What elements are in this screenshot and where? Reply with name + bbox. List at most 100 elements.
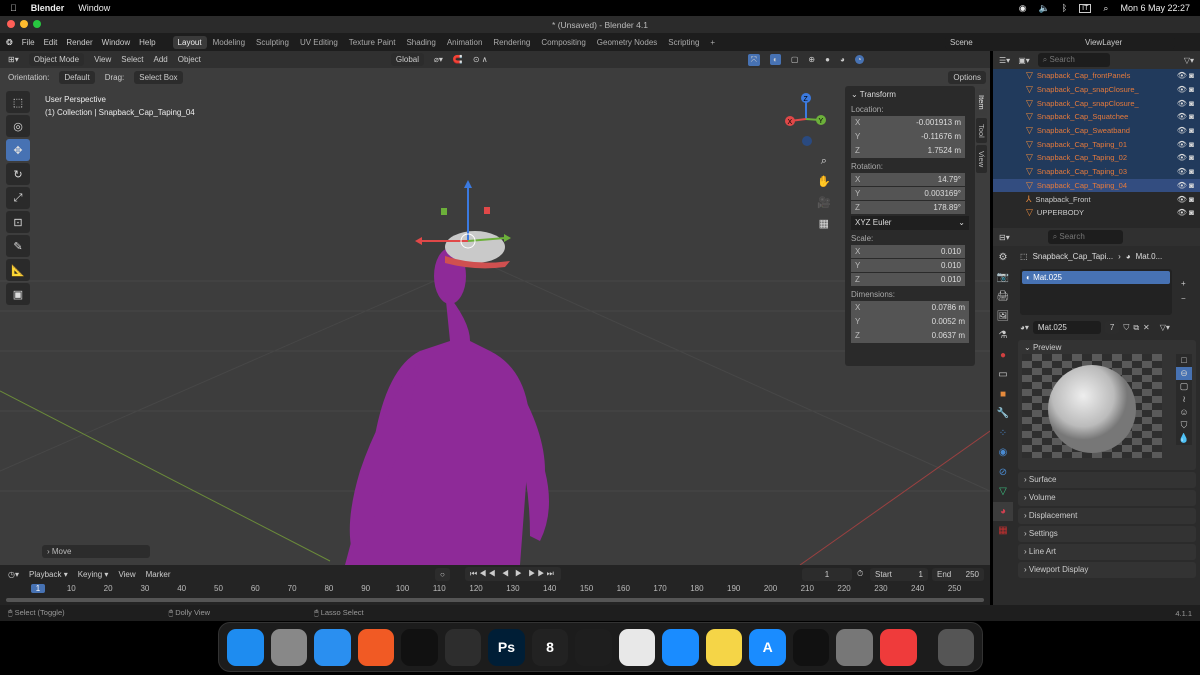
clock[interactable]: Mon 6 May 22:27 bbox=[1120, 3, 1190, 13]
modifier-tab-icon[interactable]: 🔧 bbox=[993, 404, 1013, 424]
navigation-gizmo[interactable]: Z X Y bbox=[780, 89, 830, 149]
anydesk-icon[interactable] bbox=[879, 628, 917, 666]
pivot-icon[interactable]: ⌀▾ bbox=[434, 55, 443, 64]
select-box-tool-icon[interactable]: ⬚ bbox=[6, 91, 30, 113]
viewport-display-panel[interactable]: › Viewport Display bbox=[1018, 562, 1196, 578]
system-settings-icon[interactable] bbox=[836, 628, 873, 666]
menu-select[interactable]: Select bbox=[121, 55, 143, 64]
current-frame-marker[interactable]: 1 bbox=[31, 584, 45, 593]
menu-object[interactable]: Object bbox=[178, 55, 201, 64]
location-y-field[interactable]: Y -0.11676 m bbox=[851, 130, 965, 144]
tab-layout[interactable]: Layout bbox=[172, 35, 207, 49]
editor-type-icon[interactable]: ⊟▾ bbox=[999, 233, 1010, 242]
tab-shading[interactable]: Shading bbox=[401, 36, 440, 49]
safari-icon[interactable] bbox=[314, 628, 351, 666]
gizmo-toggle-icon[interactable]: ⤧ bbox=[747, 53, 760, 66]
material-name-field[interactable]: Mat.025 bbox=[1032, 321, 1101, 334]
input-source[interactable]: IT bbox=[1079, 3, 1092, 13]
scale-z-field[interactable]: Z 0.010 bbox=[851, 272, 965, 286]
data-tab-icon[interactable]: ▽ bbox=[993, 482, 1013, 502]
shading-solid-icon[interactable]: ● bbox=[825, 55, 830, 64]
scale-x-field[interactable]: X 0.010 bbox=[851, 244, 965, 258]
output-tab-icon[interactable]: 🖨 bbox=[993, 287, 1013, 307]
material-slot[interactable]: ◐ Mat.025 bbox=[1022, 271, 1170, 284]
close-window-button[interactable] bbox=[7, 20, 15, 28]
outliner-item[interactable]: ▽ Snapback_Cap_Sweatband 👁 ◙ bbox=[993, 123, 1200, 138]
render-tab-icon[interactable]: 📷 bbox=[993, 268, 1013, 288]
properties-search-input[interactable]: ⌕ Search bbox=[1047, 230, 1123, 244]
mode-selector[interactable]: Object Mode bbox=[28, 53, 85, 66]
rotation-x-field[interactable]: X 14.79° bbox=[851, 172, 965, 186]
breadcrumb-material[interactable]: Mat.0... bbox=[1136, 252, 1163, 261]
outliner-item[interactable]: ⅄ Snapback_Front 👁 ◙ bbox=[993, 192, 1200, 206]
pixelmator-icon[interactable] bbox=[618, 628, 656, 666]
transform-tool-icon[interactable]: ⊡ bbox=[6, 211, 30, 233]
shading-wireframe-icon[interactable]: ⊕ bbox=[808, 55, 815, 64]
visibility-icon[interactable]: 👁 ◙ bbox=[1177, 126, 1194, 135]
tab-compositing[interactable]: Compositing bbox=[536, 36, 590, 49]
tab-rendering[interactable]: Rendering bbox=[488, 36, 535, 49]
unlink-material-icon[interactable]: ✕ bbox=[1143, 323, 1150, 332]
volume-panel[interactable]: › Volume bbox=[1018, 490, 1196, 506]
tab-texture-paint[interactable]: Texture Paint bbox=[344, 36, 401, 49]
particles-tab-icon[interactable]: ⁘ bbox=[993, 424, 1013, 444]
node-link-icon[interactable]: ▽▾ bbox=[1160, 323, 1170, 332]
3d-viewport[interactable]: ⊞▾ Object Mode View Select Add Object Gl… bbox=[0, 51, 990, 565]
browse-material-icon[interactable]: ◕▾ bbox=[1020, 323, 1029, 332]
preview-sphere-icon[interactable]: ⊖ bbox=[1176, 367, 1192, 380]
apple-icon[interactable]:  bbox=[10, 3, 17, 13]
trash-icon[interactable] bbox=[937, 628, 975, 666]
tab-sculpting[interactable]: Sculpting bbox=[251, 36, 294, 49]
options-button[interactable]: Options bbox=[948, 70, 986, 84]
camera-view-icon[interactable]: 🎥 bbox=[817, 193, 831, 214]
remove-slot-button[interactable]: − bbox=[1181, 291, 1186, 306]
outliner-item[interactable]: ▽ Snapback_Cap_snapClosure_ 👁 ◙ bbox=[993, 96, 1200, 111]
menu-help[interactable]: Help bbox=[139, 38, 155, 47]
blender-icon[interactable] bbox=[444, 628, 482, 666]
tool-tab-icon[interactable]: ⚙ bbox=[993, 248, 1013, 268]
dimensions-x-field[interactable]: X 0.0786 m bbox=[851, 301, 969, 315]
preview-plane-icon[interactable]: □ bbox=[1176, 354, 1192, 367]
transform-header[interactable]: Transform bbox=[860, 90, 896, 99]
preview-header[interactable]: ⌄ Preview bbox=[1024, 343, 1190, 352]
frame-ruler[interactable]: 1 10 20 30 40 50 60 70 80 90 100 110 120 130 140 150 160… bbox=[0, 583, 990, 597]
view-layer-tab-icon[interactable]: 🖼 bbox=[993, 307, 1013, 327]
tab-view[interactable]: View bbox=[976, 145, 987, 174]
menu-playback[interactable]: Playback ▾ bbox=[29, 570, 68, 579]
preview-fluid-icon[interactable]: 💧 bbox=[1176, 432, 1192, 445]
surface-panel[interactable]: › Surface bbox=[1018, 472, 1196, 488]
filter-view-icon[interactable]: ▣▾ bbox=[1018, 56, 1030, 65]
pan-view-icon[interactable]: ✋ bbox=[817, 172, 831, 193]
visibility-icon[interactable]: 👁 ◙ bbox=[1177, 99, 1194, 108]
add-workspace-button[interactable]: + bbox=[705, 36, 720, 49]
opera-icon[interactable] bbox=[401, 628, 438, 666]
menu-file[interactable]: File bbox=[22, 38, 35, 47]
spotlight-icon[interactable]: ⌕ bbox=[1103, 3, 1108, 14]
outliner-item[interactable]: ▽ Snapback_Cap_Taping_02 👁 ◙ bbox=[993, 151, 1200, 165]
zoom-window-button[interactable] bbox=[33, 20, 41, 28]
outliner-item[interactable]: ▽ Snapback_Cap_frontPanels 👁 ◙ bbox=[993, 69, 1200, 83]
world-tab-icon[interactable]: ● bbox=[993, 346, 1013, 366]
settings-panel[interactable]: › Settings bbox=[1018, 526, 1196, 542]
overlay-toggle-icon[interactable]: ◐ bbox=[770, 54, 781, 65]
menu-window[interactable]: Window bbox=[102, 38, 130, 47]
figma-icon[interactable] bbox=[575, 628, 612, 666]
auto-keying-button[interactable]: ○ bbox=[435, 567, 450, 581]
end-frame-field[interactable]: End 250 bbox=[932, 567, 984, 581]
editor-type-icon[interactable]: ⊞▾ bbox=[8, 55, 19, 64]
outliner-item[interactable]: ▽ Snapback_Cap_Taping_04 👁 ◙ bbox=[993, 178, 1200, 193]
snap-icon[interactable]: 🧲 bbox=[453, 55, 463, 64]
location-z-field[interactable]: Z 1.7524 m bbox=[851, 144, 965, 158]
collection-tab-icon[interactable]: ▭ bbox=[993, 365, 1013, 385]
brave-icon[interactable] bbox=[357, 628, 395, 666]
scale-y-field[interactable]: Y 0.010 bbox=[851, 258, 965, 272]
visibility-icon[interactable]: 👁 ◙ bbox=[1177, 181, 1194, 190]
visibility-icon[interactable]: 👁 ◙ bbox=[1177, 153, 1194, 162]
wifi-icon[interactable]: ◉ bbox=[1019, 3, 1027, 14]
timeline-editor-icon[interactable]: ◷▾ bbox=[8, 570, 19, 579]
user-count[interactable]: 7 bbox=[1104, 321, 1120, 334]
app-menu[interactable]: Blender bbox=[31, 3, 65, 13]
preview-cube-icon[interactable]: ▢ bbox=[1176, 380, 1192, 393]
toggle-perspective-icon[interactable]: ▦ bbox=[817, 214, 831, 235]
window-menu[interactable]: Window bbox=[78, 3, 110, 13]
